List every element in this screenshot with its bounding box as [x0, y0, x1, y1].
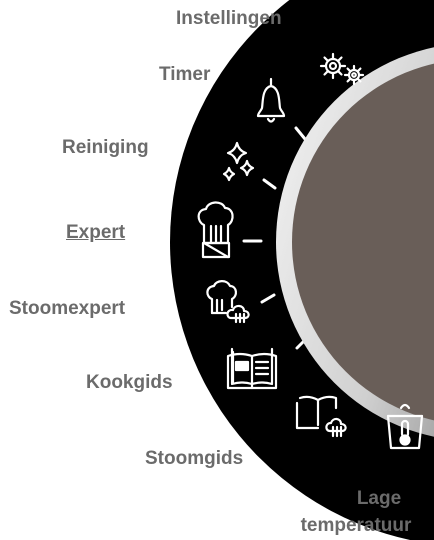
mode-label-expert[interactable]: Expert	[66, 222, 125, 244]
mode-label-lage-temperatuur-line1: Lage	[356, 488, 402, 509]
mode-label-timer[interactable]: Timer	[159, 64, 210, 86]
open-book-icon[interactable]	[226, 347, 278, 390]
mode-label-reiniging[interactable]: Reiniging	[62, 137, 149, 159]
mode-label-instellingen[interactable]: Instellingen	[176, 8, 282, 30]
mode-label-lage-temperatuur-line2: temperatuur	[300, 515, 412, 536]
mode-label-stoomgids[interactable]: Stoomgids	[145, 448, 243, 470]
mode-label-stoomexpert[interactable]: Stoomexpert	[9, 298, 125, 320]
mode-label-kookgids[interactable]: Kookgids	[86, 372, 173, 394]
mode-label-lage-temperatuur[interactable]: Lage temperatuur	[280, 485, 432, 539]
